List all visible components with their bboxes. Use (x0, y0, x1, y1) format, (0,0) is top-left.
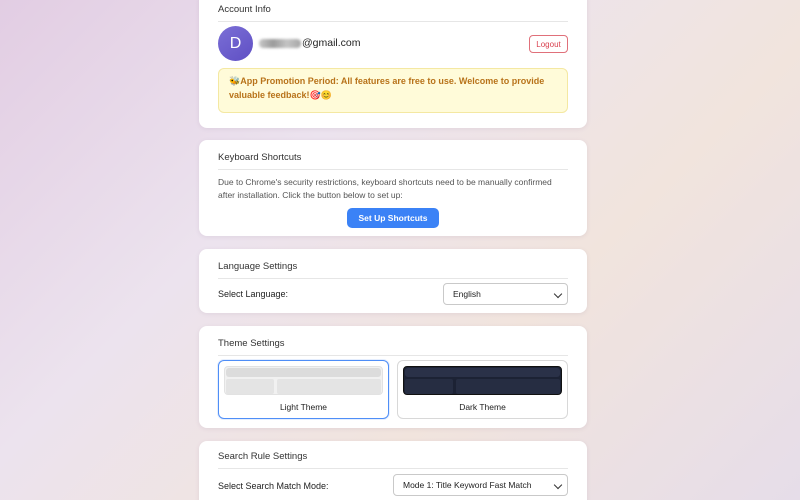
avatar: D (218, 26, 253, 61)
search-mode-label: Select Search Match Mode: (218, 481, 329, 491)
light-theme-option[interactable]: Light Theme (218, 360, 389, 419)
chevron-down-icon (553, 480, 563, 490)
dark-theme-preview (403, 366, 562, 395)
keyboard-shortcuts-card: Keyboard Shortcuts Due to Chrome's secur… (199, 140, 587, 236)
promotion-banner: 🐝App Promotion Period: All features are … (218, 68, 568, 113)
light-theme-preview (224, 366, 383, 395)
shortcuts-description: Due to Chrome's security restrictions, k… (218, 177, 552, 200)
logout-button[interactable]: Logout (529, 35, 568, 53)
language-select-value: English (453, 289, 481, 299)
language-select[interactable]: English (443, 283, 568, 305)
promotion-emojis: 🎯😊 (309, 90, 332, 100)
search-rule-settings-card: Search Rule Settings Select Search Match… (199, 441, 587, 500)
email-domain: @gmail.com (302, 37, 361, 49)
theme-settings-title: Theme Settings (218, 338, 568, 356)
light-theme-label: Light Theme (279, 402, 328, 412)
dark-theme-option[interactable]: Dark Theme (397, 360, 568, 419)
search-mode-select[interactable]: Mode 1: Title Keyword Fast Match (393, 474, 568, 496)
language-label: Select Language: (218, 289, 289, 299)
avatar-letter: D (229, 34, 242, 52)
chevron-down-icon (553, 289, 563, 299)
account-info-card: Account Info D @gmail.com Logout 🐝App Pr… (199, 0, 587, 128)
dark-theme-label: Dark Theme (459, 402, 506, 412)
keyboard-shortcuts-title: Keyboard Shortcuts (218, 152, 568, 170)
language-settings-title: Language Settings (218, 261, 568, 279)
account-info-title: Account Info (218, 4, 568, 22)
user-email: @gmail.com (259, 37, 361, 49)
search-rule-settings-title: Search Rule Settings (218, 451, 568, 469)
language-settings-card: Language Settings Select Language: Engli… (199, 249, 587, 313)
bee-icon: 🐝 (229, 76, 241, 86)
search-mode-select-value: Mode 1: Title Keyword Fast Match (403, 480, 532, 490)
email-redacted-part (259, 38, 301, 48)
theme-settings-card: Theme Settings Light Theme Dark Theme (199, 326, 587, 428)
set-up-shortcuts-button[interactable]: Set Up Shortcuts (347, 208, 439, 228)
promotion-text: App Promotion Period: All features are f… (229, 76, 545, 100)
